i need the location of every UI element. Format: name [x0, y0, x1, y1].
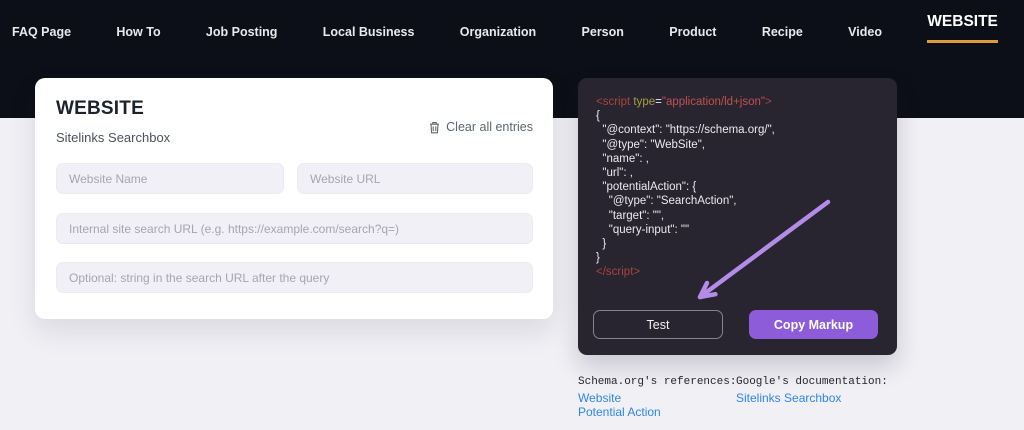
nav-item-product[interactable]: Product	[669, 25, 716, 39]
nav-item-website-active[interactable]: WEBSITE	[927, 13, 998, 43]
schema-references-label: Schema.org's references:	[578, 376, 736, 388]
website-url-input[interactable]	[297, 163, 533, 194]
website-name-input[interactable]	[56, 163, 284, 194]
code-block: <script type="application/ld+json">{ "@c…	[596, 95, 887, 280]
code-output-panel: <script type="application/ld+json">{ "@c…	[578, 78, 897, 355]
page: FAQ Page How To Job Posting Local Busine…	[0, 0, 1024, 430]
nav-item-person[interactable]: Person	[582, 25, 624, 39]
copy-markup-button[interactable]: Copy Markup	[749, 310, 878, 339]
test-button[interactable]: Test	[593, 310, 723, 339]
clear-all-entries-button[interactable]: Clear all entries	[429, 120, 533, 134]
nav-item-organization[interactable]: Organization	[460, 25, 536, 39]
schema-form-card: WEBSITE Sitelinks Searchbox Clear all en…	[35, 78, 553, 319]
google-documentation-label: Google's documentation:	[736, 376, 888, 388]
nav-item-recipe[interactable]: Recipe	[762, 25, 803, 39]
trash-icon	[429, 121, 440, 134]
nav-item-job-posting[interactable]: Job Posting	[206, 25, 278, 39]
nav-item-local-business[interactable]: Local Business	[323, 25, 415, 39]
link-schema-website[interactable]: Website	[578, 391, 621, 405]
nav-item-video[interactable]: Video	[848, 25, 882, 39]
link-google-sitelinks-searchbox[interactable]: Sitelinks Searchbox	[736, 391, 841, 405]
optional-query-string-input[interactable]	[56, 262, 533, 293]
link-schema-potential-action[interactable]: Potential Action	[578, 405, 661, 419]
clear-all-entries-label: Clear all entries	[446, 120, 533, 134]
top-nav: FAQ Page How To Job Posting Local Busine…	[0, 0, 1024, 56]
nav-item-how-to[interactable]: How To	[116, 25, 160, 39]
card-subtitle: Sitelinks Searchbox	[56, 130, 170, 145]
internal-search-url-input[interactable]	[56, 213, 533, 244]
card-title: WEBSITE	[56, 98, 144, 120]
nav-item-faq-page[interactable]: FAQ Page	[12, 25, 71, 39]
